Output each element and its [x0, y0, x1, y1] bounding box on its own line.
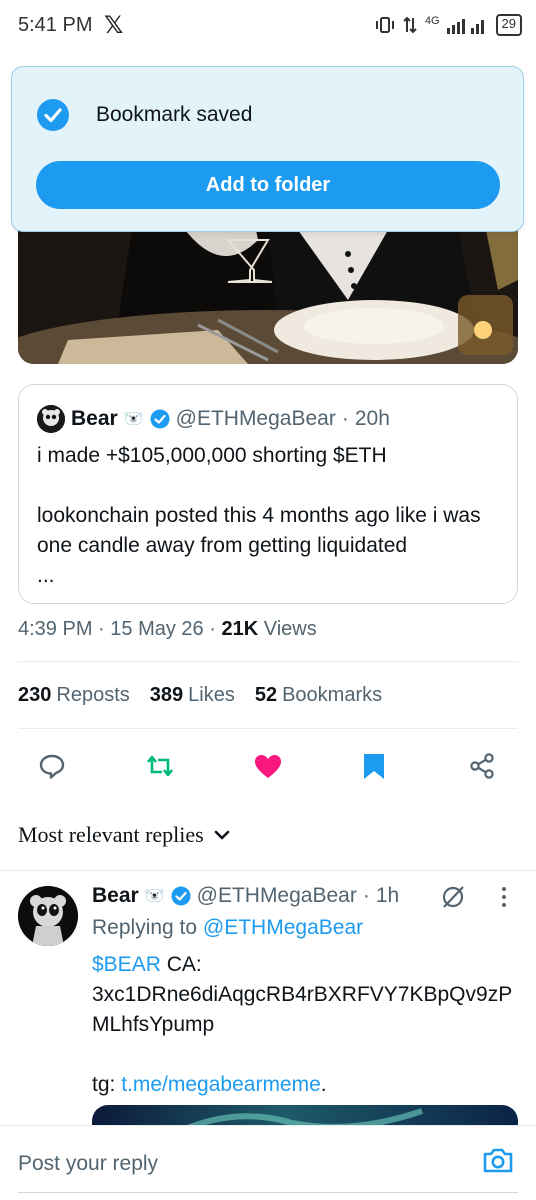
- quoted-post-text: i made +$105,000,000 shorting $ETH looko…: [37, 441, 507, 591]
- replying-prefix: Replying to: [92, 916, 198, 939]
- status-time: 5:41 PM: [18, 14, 93, 36]
- grok-button[interactable]: [440, 884, 466, 915]
- check-circle-icon: [37, 99, 69, 131]
- replies-sort-label: Most relevant replies: [18, 822, 204, 847]
- divider: [18, 728, 518, 729]
- more-vertical-icon: [502, 887, 506, 907]
- views-count: 21K: [221, 618, 259, 640]
- action-bar: [0, 746, 536, 786]
- reply-header: Bear 🐻‍❄️ @ETHMegaBear · 1h: [92, 884, 399, 908]
- contract-address: 3xc1DRne6diAqgcRB4rBXRFVY7KBpQv9zPMLhfsY…: [92, 983, 513, 1036]
- composer-underline: [18, 1192, 518, 1193]
- x-logo-icon: 𝕏: [104, 12, 124, 39]
- bookmark-toast: Bookmark saved Add to folder: [11, 66, 524, 232]
- quoted-line-1: i made +$105,000,000 shorting $ETH: [37, 444, 387, 467]
- repost-icon: [146, 755, 174, 777]
- author-name[interactable]: Bear: [71, 407, 118, 431]
- post-meta: 4:39 PM · 15 May 26 · 21K Views: [18, 618, 317, 641]
- avatar[interactable]: [37, 405, 65, 433]
- verified-icon: [171, 886, 191, 906]
- replies-sort-dropdown[interactable]: Most relevant replies: [18, 822, 230, 848]
- battery-icon: 29: [495, 14, 522, 36]
- network-type: 4G: [424, 15, 440, 27]
- chevron-down-icon: [214, 830, 230, 840]
- camera-button[interactable]: [482, 1146, 514, 1179]
- more-options-button[interactable]: [498, 884, 510, 915]
- camera-icon: [483, 1148, 513, 1173]
- tg-label: tg:: [92, 1073, 116, 1096]
- reply-input[interactable]: Post your reply: [18, 1152, 158, 1176]
- quoted-post-card[interactable]: Bear 🐻‍❄️ @ETHMegaBear · 20h i made +$10…: [18, 384, 518, 604]
- reply-icon: [39, 754, 65, 779]
- quoted-post-header: Bear 🐻‍❄️ @ETHMegaBear · 20h: [37, 405, 390, 433]
- status-bar: 5:41 PM 𝕏 4G 29: [0, 0, 536, 52]
- replying-to: Replying to @ETHMegaBear: [92, 916, 363, 940]
- tg-link[interactable]: t.me/megabearmeme: [121, 1073, 321, 1096]
- reposts-stat[interactable]: 230 Reposts: [18, 684, 130, 707]
- separator-dot: ·: [98, 618, 105, 640]
- polar-bear-emoji: 🐻‍❄️: [144, 888, 165, 905]
- grok-icon: [442, 886, 464, 908]
- post-timestamp[interactable]: 4:39 PM: [18, 618, 92, 640]
- share-button[interactable]: [462, 746, 502, 786]
- divider: [18, 661, 518, 662]
- separator-dot: ·: [362, 884, 370, 907]
- post-time: 20h: [354, 407, 390, 430]
- views-label: Views: [263, 618, 317, 640]
- data-arrows-icon: [403, 16, 417, 34]
- bookmark-icon: [364, 754, 384, 779]
- quoted-line-2: lookonchain posted this 4 months ago lik…: [37, 504, 481, 557]
- author-handle[interactable]: @ETHMegaBear: [176, 407, 336, 431]
- bookmark-button[interactable]: [354, 746, 394, 786]
- divider: [0, 870, 536, 871]
- like-button[interactable]: [248, 746, 288, 786]
- ca-label: CA:: [166, 953, 202, 976]
- bookmarks-stat[interactable]: 52 Bookmarks: [255, 684, 382, 707]
- verified-icon: [150, 409, 170, 429]
- add-to-folder-button[interactable]: Add to folder: [36, 161, 500, 209]
- avatar[interactable]: [18, 886, 78, 946]
- reply-button[interactable]: [32, 746, 72, 786]
- post-stats: 230 Reposts 389 Likes 52 Bookmarks: [18, 684, 382, 707]
- heart-icon: [255, 755, 281, 778]
- period: .: [320, 1073, 327, 1096]
- vibrate-icon: [375, 17, 394, 33]
- toast-message: Bookmark saved: [96, 103, 253, 126]
- reply-time: 1h: [375, 884, 400, 907]
- separator-dot: ·: [341, 407, 349, 430]
- replying-handle-link[interactable]: @ETHMegaBear: [203, 916, 363, 939]
- author-handle[interactable]: @ETHMegaBear: [197, 884, 357, 908]
- polar-bear-emoji: 🐻‍❄️: [123, 411, 144, 428]
- separator-dot: ·: [209, 618, 216, 640]
- status-indicators: 4G 29: [375, 14, 522, 36]
- signal-icon: [446, 19, 484, 34]
- repost-button[interactable]: [140, 746, 180, 786]
- share-icon: [470, 753, 494, 779]
- author-name[interactable]: Bear: [92, 884, 139, 908]
- post-date[interactable]: 15 May 26: [110, 618, 203, 640]
- likes-stat[interactable]: 389 Likes: [150, 684, 235, 707]
- reply-text: $BEAR CA: 3xc1DRne6diAqgcRB4rBXRFVY7KBpQ…: [92, 950, 522, 1100]
- cashtag-link[interactable]: $BEAR: [92, 953, 161, 976]
- quoted-ellipsis: ...: [37, 564, 55, 587]
- reply-composer: Post your reply: [0, 1125, 536, 1200]
